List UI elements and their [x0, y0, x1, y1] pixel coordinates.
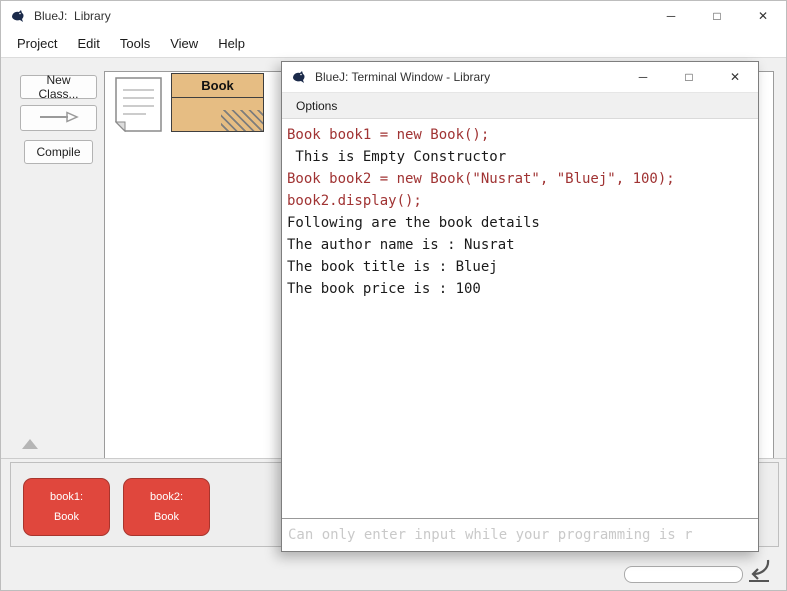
main-menubar: Project Edit Tools View Help: [1, 31, 786, 56]
class-name-label: Book: [172, 74, 263, 98]
terminal-minimize-button[interactable]: ─: [620, 62, 666, 92]
terminal-line: Book book1 = new Book();: [287, 127, 490, 143]
menu-help[interactable]: Help: [208, 36, 255, 51]
extends-arrow-button[interactable]: [20, 105, 97, 131]
terminal-line: Following are the book details: [287, 215, 540, 231]
terminal-input[interactable]: Can only enter input while your programm…: [282, 518, 758, 551]
terminal-line: The book price is : 100: [287, 281, 481, 297]
terminal-output: Book book1 = new Book(); This is Empty C…: [283, 118, 757, 518]
terminal-line: Book book2 = new Book("Nusrat", "Bluej",…: [287, 171, 675, 187]
terminal-window-controls: ─ □ ✕: [620, 62, 758, 92]
bench-collapse-arrow-icon[interactable]: [22, 439, 38, 449]
object-type: Book: [53, 511, 80, 523]
menu-view[interactable]: View: [160, 36, 208, 51]
menu-project[interactable]: Project: [7, 36, 67, 51]
terminal-line: book2.display();: [287, 193, 422, 209]
terminal-input-hint: Can only enter input while your programm…: [288, 527, 693, 543]
close-button[interactable]: ✕: [740, 1, 786, 31]
minimize-button[interactable]: ─: [648, 1, 694, 31]
main-window-title: BlueJ: Library: [34, 9, 111, 23]
maximize-button[interactable]: □: [694, 1, 740, 31]
right-arrow-icon: [38, 110, 80, 126]
class-book[interactable]: Book: [171, 73, 264, 132]
terminal-line: This is Empty Constructor: [287, 149, 507, 165]
main-window-header: BlueJ: Library ─ □ ✕ Project Edit Tools Vie…: [1, 1, 786, 58]
object-name: book2:: [149, 491, 184, 503]
bluej-logo-icon: [291, 69, 307, 85]
bluej-logo-icon: [10, 8, 26, 24]
terminal-close-button[interactable]: ✕: [712, 62, 758, 92]
bench-object-book2[interactable]: book2: Book: [123, 478, 210, 536]
readme-note-icon[interactable]: [114, 77, 162, 133]
terminal-window-title: BlueJ: Terminal Window - Library: [315, 70, 491, 84]
uncompiled-stripes: [221, 110, 263, 131]
object-name: book1:: [49, 491, 84, 503]
screen: BlueJ: Library ─ □ ✕ Project Edit Tools Vie…: [0, 0, 787, 591]
bench-object-book1[interactable]: book1: Book: [23, 478, 110, 536]
terminal-window: BlueJ: Terminal Window - Library ─ □ ✕ O…: [281, 61, 759, 552]
main-titlebar: BlueJ: Library ─ □ ✕: [1, 1, 786, 31]
terminal-line: The book title is : Bluej: [287, 259, 498, 275]
terminal-maximize-button[interactable]: □: [666, 62, 712, 92]
bottom-text-input[interactable]: [624, 566, 743, 583]
new-class-button[interactable]: New Class...: [20, 73, 97, 101]
compile-button[interactable]: Compile: [24, 140, 93, 164]
menu-edit[interactable]: Edit: [67, 36, 109, 51]
reset-vm-button[interactable]: [746, 557, 772, 583]
terminal-line: The author name is : Nusrat: [287, 237, 515, 253]
object-type: Book: [153, 511, 180, 523]
curved-arrow-icon: [746, 559, 772, 586]
menu-options[interactable]: Options: [282, 99, 351, 113]
terminal-menubar: Options: [282, 93, 758, 119]
terminal-titlebar: BlueJ: Terminal Window - Library ─ □ ✕: [282, 62, 758, 93]
menu-tools[interactable]: Tools: [110, 36, 160, 51]
main-window-controls: ─ □ ✕: [648, 1, 786, 31]
